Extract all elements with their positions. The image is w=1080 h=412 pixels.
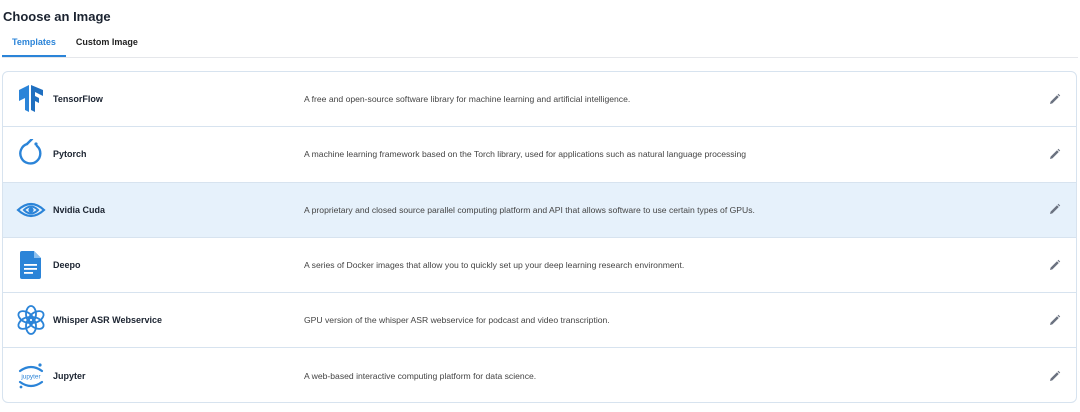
tab-custom-image[interactable]: Custom Image: [66, 33, 148, 56]
image-name: Deepo: [53, 260, 81, 271]
edit-pencil-icon[interactable]: [1046, 368, 1062, 384]
edit-pencil-icon[interactable]: [1046, 202, 1062, 218]
document-icon: [16, 250, 46, 280]
image-description: A machine learning framework based on th…: [304, 149, 747, 160]
image-description: A series of Docker images that allow you…: [304, 260, 685, 271]
image-description: A free and open-source software library …: [304, 94, 631, 105]
edit-pencil-icon[interactable]: [1046, 91, 1062, 107]
image-row-tensorflow[interactable]: TensorFlow A free and open-source softwa…: [3, 72, 1076, 128]
pytorch-logo-icon: [16, 139, 46, 169]
tab-bar: Templates Custom Image: [2, 33, 1078, 58]
image-list: TensorFlow A free and open-source softwa…: [2, 71, 1077, 403]
image-name: Nvidia Cuda: [53, 204, 106, 215]
jupyter-logo-text: jupyter: [20, 374, 41, 381]
nvidia-logo-icon: [16, 195, 46, 225]
tab-templates[interactable]: Templates: [2, 33, 66, 57]
image-name: Whisper ASR Webservice: [53, 315, 163, 326]
edit-pencil-icon[interactable]: [1046, 312, 1062, 328]
image-row-jupyter[interactable]: jupyter Jupyter A web-based interactive …: [3, 348, 1076, 402]
image-description: A web-based interactive computing platfo…: [304, 371, 537, 382]
image-row-whisper-asr[interactable]: Whisper ASR Webservice GPU version of th…: [3, 293, 1076, 349]
image-description: GPU version of the whisper ASR webservic…: [304, 315, 610, 326]
openai-logo-icon: [16, 305, 46, 336]
image-row-nvidia-cuda[interactable]: Nvidia Cuda A proprietary and closed sou…: [3, 182, 1076, 238]
image-name: Jupyter: [53, 371, 86, 382]
tensorflow-logo-icon: [16, 84, 46, 114]
edit-pencil-icon[interactable]: [1046, 146, 1062, 162]
jupyter-logo-icon: jupyter: [16, 361, 46, 391]
page-title: Choose an Image: [3, 9, 111, 24]
image-name: Pytorch: [53, 149, 87, 160]
image-description: A proprietary and closed source parallel…: [304, 204, 755, 215]
image-name: TensorFlow: [53, 94, 103, 105]
edit-pencil-icon[interactable]: [1046, 257, 1062, 273]
image-row-pytorch[interactable]: Pytorch A machine learning framework bas…: [3, 127, 1076, 183]
image-row-deepo[interactable]: Deepo A series of Docker images that all…: [3, 238, 1076, 294]
